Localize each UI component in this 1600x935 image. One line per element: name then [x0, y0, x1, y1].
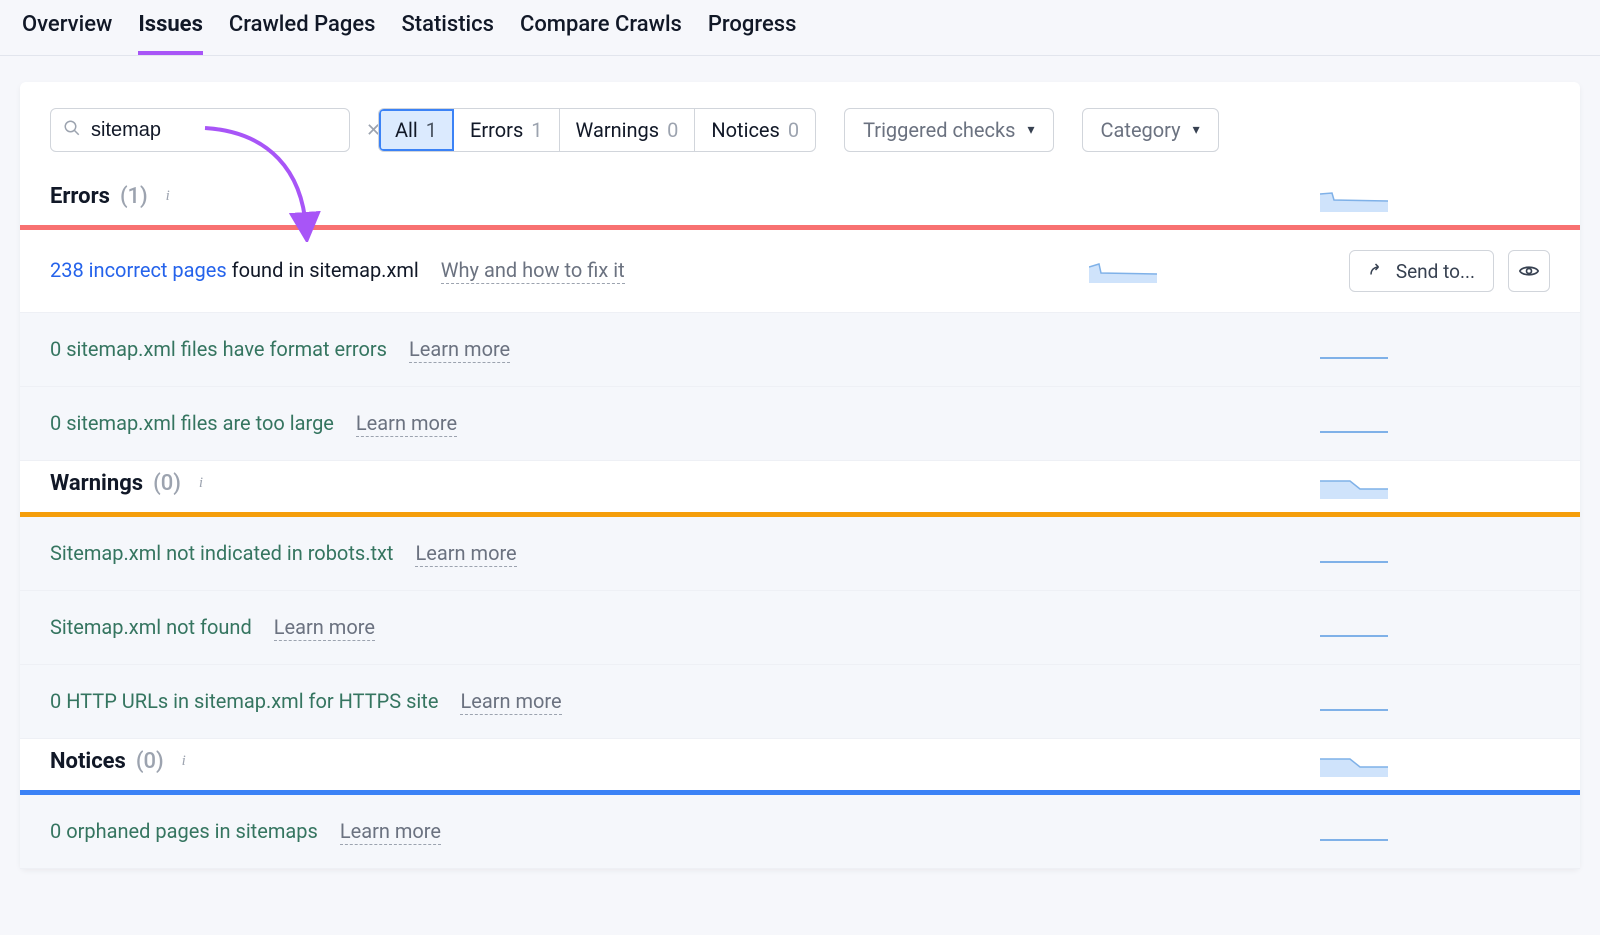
- sparkline: [1320, 542, 1550, 566]
- filter-all-count: 1: [426, 118, 437, 142]
- filter-notices[interactable]: Notices 0: [695, 109, 815, 151]
- filter-warnings[interactable]: Warnings 0: [560, 109, 696, 151]
- panel-controls: ✕ All 1 Errors 1 Warnings 0 Notices 0 Tr…: [20, 82, 1580, 174]
- learn-more-link[interactable]: Learn more: [356, 411, 457, 437]
- filter-all[interactable]: All 1: [379, 109, 454, 151]
- learn-more-link[interactable]: Learn more: [460, 689, 561, 715]
- issue-row: Sitemap.xml not indicated in robots.txt …: [20, 517, 1580, 591]
- issue-text: 0 HTTP URLs in sitemap.xml for HTTPS sit…: [50, 689, 438, 713]
- row-actions: Send to...: [1349, 250, 1550, 292]
- issues-panel: ✕ All 1 Errors 1 Warnings 0 Notices 0 Tr…: [20, 82, 1580, 869]
- tab-issues[interactable]: Issues: [138, 12, 203, 55]
- top-tabs: Overview Issues Crawled Pages Statistics…: [0, 0, 1600, 56]
- type-filter-group: All 1 Errors 1 Warnings 0 Notices 0: [378, 108, 816, 152]
- errors-sparkline: [1320, 188, 1550, 212]
- issue-row: 0 sitemap.xml files are too large Learn …: [20, 387, 1580, 461]
- sparkline: [1320, 338, 1550, 362]
- chevron-down-icon: ▾: [1027, 122, 1034, 138]
- sparkline: [1320, 616, 1550, 640]
- issue-row: 238 incorrect pages found in sitemap.xml…: [20, 230, 1580, 313]
- filter-errors-count: 1: [531, 118, 542, 142]
- send-to-label: Send to...: [1396, 260, 1475, 283]
- filter-errors-label: Errors: [470, 118, 523, 142]
- issue-text: Sitemap.xml not indicated in robots.txt: [50, 541, 393, 565]
- notices-sparkline: [1320, 753, 1550, 777]
- tab-compare-crawls[interactable]: Compare Crawls: [520, 12, 682, 55]
- share-arrow-icon: [1368, 260, 1386, 283]
- learn-more-link[interactable]: Learn more: [274, 615, 375, 641]
- search-icon: [63, 118, 81, 142]
- warnings-title: Warnings: [50, 471, 143, 496]
- errors-header: Errors (1) i: [20, 174, 1320, 225]
- sparkline: [1089, 259, 1319, 283]
- tab-crawled-pages[interactable]: Crawled Pages: [229, 12, 376, 55]
- notices-header-row: Notices (0) i: [20, 739, 1580, 790]
- why-how-link[interactable]: Why and how to fix it: [441, 258, 625, 284]
- notices-header: Notices (0) i: [20, 739, 1320, 790]
- view-button[interactable]: [1508, 250, 1550, 292]
- triggered-checks-label: Triggered checks: [863, 118, 1015, 142]
- issue-row: 0 sitemap.xml files have format errors L…: [20, 313, 1580, 387]
- issue-row: 0 orphaned pages in sitemaps Learn more: [20, 795, 1580, 869]
- issue-link[interactable]: 238 incorrect pages: [50, 258, 227, 282]
- search-input[interactable]: ✕: [50, 108, 350, 152]
- tab-statistics[interactable]: Statistics: [401, 12, 494, 55]
- warnings-count: (0): [153, 471, 181, 496]
- issue-row: Sitemap.xml not found Learn more: [20, 591, 1580, 665]
- filter-warnings-label: Warnings: [576, 118, 660, 142]
- warnings-sparkline: [1320, 475, 1550, 499]
- warnings-header: Warnings (0) i: [20, 461, 1320, 512]
- filter-notices-count: 0: [788, 118, 799, 142]
- sparkline: [1320, 690, 1550, 714]
- filter-errors[interactable]: Errors 1: [454, 109, 559, 151]
- info-icon[interactable]: i: [191, 474, 211, 494]
- filter-notices-label: Notices: [711, 118, 779, 142]
- tab-overview[interactable]: Overview: [22, 12, 112, 55]
- issue-row: 0 HTTP URLs in sitemap.xml for HTTPS sit…: [20, 665, 1580, 739]
- info-icon[interactable]: i: [174, 752, 194, 772]
- category-label: Category: [1101, 118, 1181, 142]
- info-icon[interactable]: i: [158, 187, 178, 207]
- sparkline: [1320, 412, 1550, 436]
- issue-text: found in sitemap.xml: [232, 258, 419, 282]
- warnings-header-row: Warnings (0) i: [20, 461, 1580, 512]
- chevron-down-icon: ▾: [1193, 122, 1200, 138]
- tab-progress[interactable]: Progress: [708, 12, 797, 55]
- search-field[interactable]: [91, 119, 356, 142]
- learn-more-link[interactable]: Learn more: [409, 337, 510, 363]
- learn-more-link[interactable]: Learn more: [415, 541, 516, 567]
- errors-count: (1): [120, 184, 148, 209]
- filter-warnings-count: 0: [667, 118, 678, 142]
- notices-title: Notices: [50, 749, 126, 774]
- eye-icon: [1519, 259, 1539, 283]
- send-to-button[interactable]: Send to...: [1349, 250, 1494, 292]
- filter-all-label: All: [395, 118, 418, 142]
- sparkline: [1320, 820, 1550, 844]
- notices-count: (0): [136, 749, 164, 774]
- issue-text: 0 sitemap.xml files have format errors: [50, 337, 387, 361]
- issue-text: 0 orphaned pages in sitemaps: [50, 819, 318, 843]
- triggered-checks-dropdown[interactable]: Triggered checks ▾: [844, 108, 1053, 152]
- category-dropdown[interactable]: Category ▾: [1082, 108, 1219, 152]
- errors-title: Errors: [50, 184, 110, 209]
- errors-header-row: Errors (1) i: [20, 174, 1580, 225]
- learn-more-link[interactable]: Learn more: [340, 819, 441, 845]
- issue-text: 0 sitemap.xml files are too large: [50, 411, 334, 435]
- issue-text: Sitemap.xml not found: [50, 615, 252, 639]
